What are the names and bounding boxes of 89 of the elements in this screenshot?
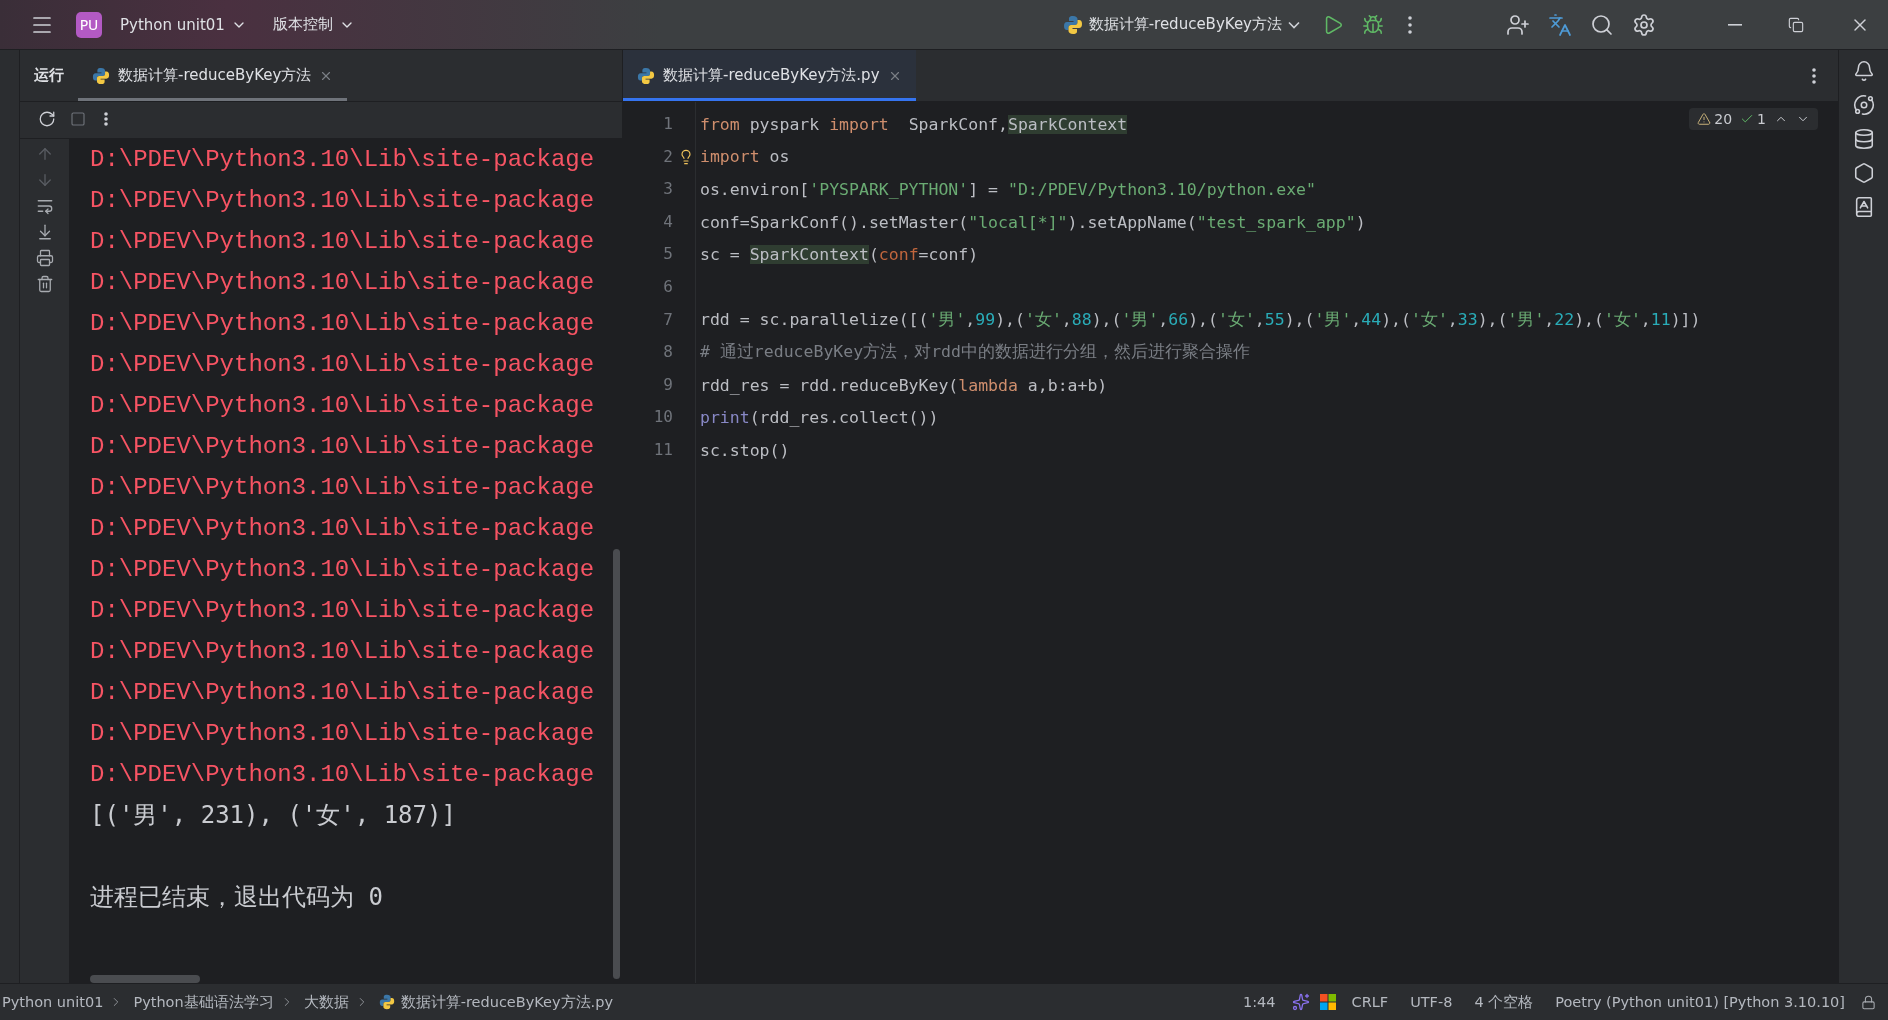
python-icon: [92, 66, 110, 85]
code-line: sc = SparkContext(conf=conf): [700, 245, 979, 265]
console-error-line: D:\PDEV\Python3.10\Lib\site-package: [90, 760, 595, 790]
console-error-line: D:\PDEV\Python3.10\Lib\site-package: [90, 186, 595, 216]
settings-icon: [1632, 12, 1656, 37]
line-number: 1: [663, 113, 673, 135]
project-selector[interactable]: Python unit01: [112, 11, 255, 38]
inspection-widget[interactable]: 20 1: [1689, 108, 1818, 130]
code-line: rdd = sc.parallelize([('男',99),('女',88),('男',66),('女',55),('男',44),('女',33),('男',22),('女',11)]): [700, 308, 1701, 331]
check-icon: [1740, 112, 1755, 126]
file-encoding[interactable]: UTF-8: [1404, 994, 1459, 1010]
line-number: 5: [663, 243, 673, 266]
console-error-line: D:\PDEV\Python3.10\Lib\site-package: [90, 145, 595, 175]
line-number: 6: [663, 275, 673, 298]
indent-setting[interactable]: 4 个空格: [1468, 992, 1540, 1012]
print-icon[interactable]: [35, 249, 54, 267]
console-error-line: D:\PDEV\Python3.10\Lib\site-package: [90, 350, 595, 380]
typo-count: 1: [1757, 111, 1766, 127]
python-icon: [378, 994, 395, 1010]
console-error-line: D:\PDEV\Python3.10\Lib\site-package: [90, 678, 595, 708]
user-plus-icon: [1506, 12, 1530, 37]
windows-icon[interactable]: [1319, 994, 1336, 1010]
run-config-selector[interactable]: 数据计算-reduceByKey方法: [1054, 10, 1308, 39]
breadcrumb[interactable]: 数据计算-reduceByKey方法.py: [400, 992, 613, 1012]
python-icon: [1062, 14, 1083, 35]
line-number: 2: [663, 145, 673, 168]
line-number: 3: [663, 178, 673, 201]
console-output-line: 进程已结束，退出代码为 0: [90, 882, 383, 913]
more-icon: [104, 112, 108, 126]
translate-icon: [1548, 12, 1572, 37]
soft-wrap-icon[interactable]: [35, 197, 54, 215]
line-number: 8: [663, 341, 673, 364]
scrollbar[interactable]: [90, 975, 200, 983]
console-error-line: D:\PDEV\Python3.10\Lib\site-package: [90, 227, 595, 257]
editor-tab[interactable]: 数据计算-reduceByKey方法.py: [623, 50, 916, 101]
code-line: print(rdd_res.collect()): [700, 408, 939, 428]
python-icon: [637, 66, 655, 85]
line-number: 7: [663, 308, 673, 331]
console-error-line: D:\PDEV\Python3.10\Lib\site-package: [90, 391, 595, 421]
console-error-line: D:\PDEV\Python3.10\Lib\site-package: [90, 596, 595, 626]
warning-icon: [1697, 112, 1712, 126]
database-icon[interactable]: [1852, 128, 1875, 150]
console-output-line: [('男', 231), ('女', 187)]: [90, 800, 456, 831]
scrollbar[interactable]: [613, 549, 620, 979]
code-line: from pyspark import SparkConf,SparkContext: [700, 114, 1128, 134]
chevron-down-icon: [1288, 20, 1300, 29]
run-tab[interactable]: 数据计算-reduceByKey方法: [78, 50, 348, 101]
code-line: conf=SparkConf().setMaster("local[*]").setAppName("test_spark_app"): [700, 212, 1366, 232]
hexagon-icon[interactable]: [1852, 162, 1875, 184]
run-panel-title: 运行: [34, 66, 64, 85]
code-line: import os: [700, 147, 790, 167]
rerun-icon: [38, 110, 56, 128]
minimize-icon: [1728, 23, 1742, 26]
line-number: 11: [653, 438, 673, 461]
breadcrumb[interactable]: Python基础语法学习: [133, 992, 274, 1012]
console-error-line: D:\PDEV\Python3.10\Lib\site-package: [90, 719, 595, 749]
breadcrumb[interactable]: Python unit01: [2, 994, 104, 1010]
restore-icon: [1788, 16, 1804, 33]
console-error-line: D:\PDEV\Python3.10\Lib\site-package: [90, 309, 595, 339]
search-icon: [1590, 12, 1614, 37]
caret-position[interactable]: 1:44: [1236, 994, 1282, 1010]
console-error-line: D:\PDEV\Python3.10\Lib\site-package: [90, 432, 595, 462]
line-number: 9: [663, 373, 673, 396]
code-line: # 通过reduceByKey方法，对rdd中的数据进行分组，然后进行聚合操作: [700, 341, 1250, 364]
warning-count: 20: [1714, 111, 1733, 127]
bell-icon[interactable]: [1852, 60, 1875, 82]
lightbulb-icon[interactable]: [678, 148, 694, 165]
more-icon: [1408, 15, 1412, 34]
console-error-line: D:\PDEV\Python3.10\Lib\site-package: [90, 473, 595, 503]
line-separator[interactable]: CRLF: [1345, 994, 1395, 1010]
interpreter-selector[interactable]: Poetry (Python unit01) [Python 3.10.10]: [1549, 994, 1851, 1010]
line-number: 4: [663, 210, 673, 233]
code-line: sc.stop(): [700, 440, 790, 460]
line-number: 10: [653, 406, 673, 429]
console-error-line: D:\PDEV\Python3.10\Lib\site-package: [90, 637, 595, 667]
stop-icon: [70, 111, 86, 127]
sparkle-icon[interactable]: [1291, 993, 1310, 1011]
bug-icon: [1362, 13, 1384, 36]
console-error-line: D:\PDEV\Python3.10\Lib\site-package: [90, 514, 595, 544]
code-line: os.environ['PYSPARK_PYTHON'] = "D:/PDEV/Python3.10/python.exe": [700, 180, 1316, 199]
trash-icon[interactable]: [35, 275, 54, 293]
more-icon: [1812, 67, 1816, 84]
lock-icon[interactable]: [1861, 994, 1876, 1010]
console-error-line: D:\PDEV\Python3.10\Lib\site-package: [90, 268, 595, 298]
console-error-line: D:\PDEV\Python3.10\Lib\site-package: [90, 555, 595, 585]
breadcrumb[interactable]: 大数据: [303, 992, 349, 1012]
project-badge: PU: [76, 11, 102, 38]
code-line: rdd_res = rdd.reduceByKey(lambda a,b:a+b): [700, 375, 1108, 395]
vcs-selector[interactable]: 版本控制: [264, 11, 363, 38]
